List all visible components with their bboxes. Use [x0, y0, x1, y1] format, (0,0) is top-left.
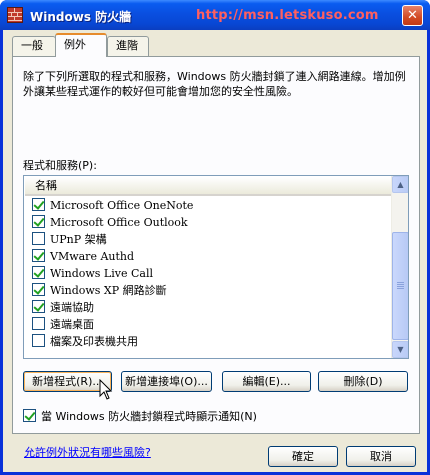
exception-label: 遠端協助	[50, 301, 94, 314]
exception-label: Microsoft Office OneNote	[50, 199, 194, 212]
exception-label: Windows Live Call	[50, 267, 153, 280]
list-item[interactable]: 遠端協助	[24, 299, 392, 316]
exception-label: VMware Authd	[50, 250, 135, 263]
add-port-button[interactable]: 新增連接埠(O)...	[121, 371, 212, 392]
exception-label: Microsoft Office Outlook	[50, 216, 188, 229]
firewall-brick-icon	[7, 7, 23, 23]
tab-general[interactable]: 一般	[12, 36, 56, 56]
exception-label: 檔案及印表機共用	[50, 335, 138, 348]
programs-list: Microsoft Office OneNote Microsoft Office…	[24, 197, 392, 350]
exceptions-panel: 除了下列所選取的程式和服務，Windows 防火牆封鎖了連入網路連線。增加例外讓…	[12, 56, 420, 434]
tab-exceptions[interactable]: 例外	[55, 33, 107, 57]
window-title: Windows 防火牆	[30, 10, 132, 24]
scroll-up-button[interactable]: ▲	[392, 176, 408, 193]
exception-label: 遠端桌面	[50, 318, 94, 331]
exception-checkbox[interactable]	[32, 317, 45, 330]
exception-checkbox[interactable]	[32, 266, 45, 279]
exceptions-risk-link[interactable]: 允許例外狀況有哪些風險?	[24, 444, 151, 460]
list-item[interactable]: UPnP 架構	[24, 231, 392, 248]
dialog-client-area: 一般 例外 進階 除了下列所選取的程式和服務，Windows 防火牆封鎖了連入網…	[3, 30, 427, 472]
exceptions-description: 除了下列所選取的程式和服務，Windows 防火牆封鎖了連入網路連線。增加例外讓…	[23, 70, 406, 98]
exception-checkbox[interactable]	[32, 198, 45, 211]
mouse-cursor-icon	[99, 379, 113, 400]
list-item[interactable]: VMware Authd	[24, 248, 392, 265]
title-bar[interactable]: Windows 防火牆 http://msn.letskuso.com ✕	[0, 0, 430, 30]
firewall-window: Windows 防火牆 http://msn.letskuso.com ✕ 一般…	[0, 0, 430, 475]
exception-label: UPnP 架構	[50, 233, 107, 246]
list-item[interactable]: 遠端桌面	[24, 316, 392, 333]
list-item[interactable]: Microsoft Office OneNote	[24, 197, 392, 214]
exception-checkbox[interactable]	[32, 334, 45, 347]
delete-button[interactable]: 刪除(D)	[318, 371, 408, 392]
notify-label: 當 Windows 防火牆封鎖程式時顯示通知(N)	[41, 410, 257, 423]
exception-checkbox[interactable]	[32, 215, 45, 228]
notify-option[interactable]: 當 Windows 防火牆封鎖程式時顯示通知(N)	[23, 408, 257, 424]
cancel-button[interactable]: 取消	[346, 446, 416, 467]
exception-checkbox[interactable]	[32, 249, 45, 262]
vertical-scrollbar[interactable]: ▲ ▼	[391, 176, 408, 358]
programs-list-label: 程式和服務(P):	[23, 159, 97, 172]
list-item[interactable]: Windows XP 網路診斷	[24, 282, 392, 299]
exception-checkbox[interactable]	[32, 283, 45, 296]
exception-checkbox[interactable]	[32, 232, 45, 245]
scroll-down-button[interactable]: ▼	[392, 341, 408, 358]
tab-advanced[interactable]: 進階	[107, 36, 149, 56]
edit-button[interactable]: 編輯(E)...	[222, 371, 311, 392]
ok-button[interactable]: 確定	[268, 446, 338, 467]
watermark-text: http://msn.letskuso.com	[196, 8, 379, 23]
list-item[interactable]: Microsoft Office Outlook	[24, 214, 392, 231]
exception-label: Windows XP 網路診斷	[50, 284, 167, 297]
list-item[interactable]: 檔案及印表機共用	[24, 333, 392, 350]
notify-checkbox[interactable]	[23, 409, 36, 422]
column-header-name[interactable]: 名稱	[25, 177, 391, 196]
close-button[interactable]: ✕	[402, 5, 423, 26]
exception-checkbox[interactable]	[32, 300, 45, 313]
scroll-thumb[interactable]	[392, 232, 408, 340]
programs-listbox[interactable]: 名稱 Microsoft Office OneNote Microsoft Off…	[23, 175, 409, 359]
list-item[interactable]: Windows Live Call	[24, 265, 392, 282]
